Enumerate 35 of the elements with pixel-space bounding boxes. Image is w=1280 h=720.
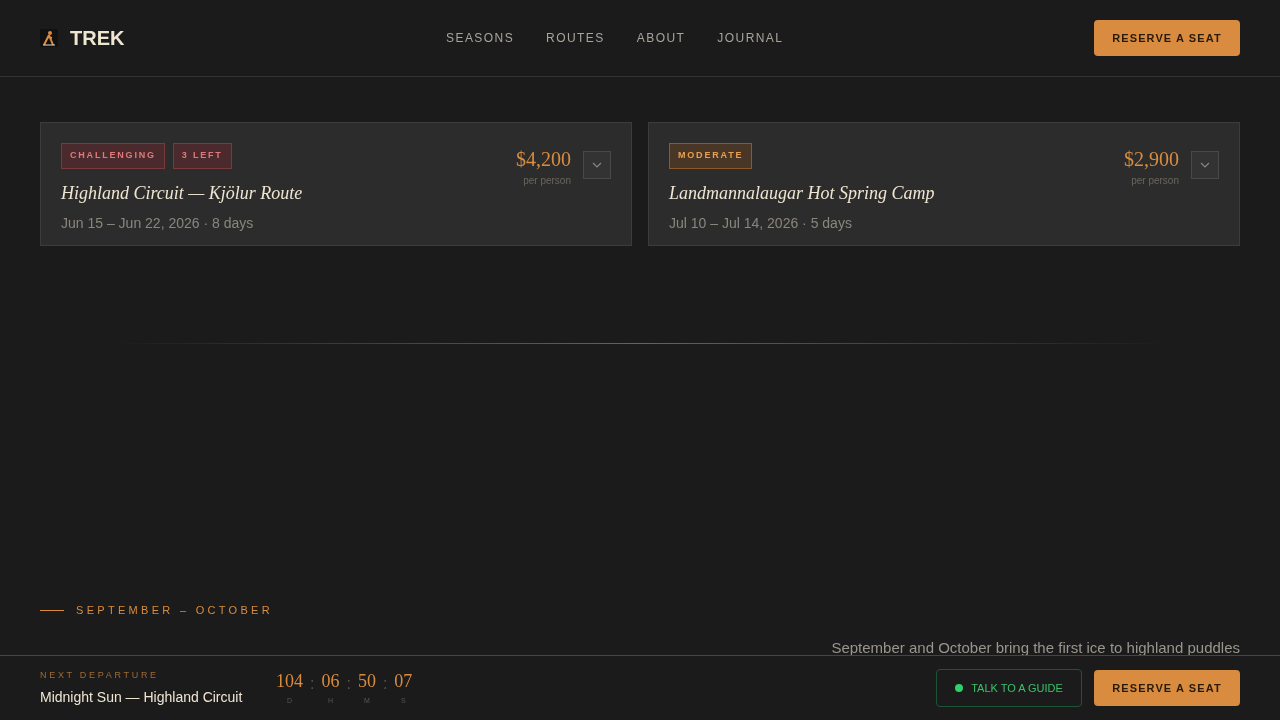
trip-dates: Jun 15 – Jun 22, 2026 · 8 days bbox=[61, 213, 255, 233]
expand-button[interactable] bbox=[1191, 151, 1219, 179]
season-eyebrow: SEPTEMBER – OCTOBER bbox=[76, 603, 273, 618]
next-departure-label: NEXT DEPARTURE bbox=[40, 669, 160, 683]
reserve-button[interactable]: RESERVE A SEAT bbox=[1094, 20, 1240, 56]
trip-title: Highland Circuit — Kjölur Route bbox=[61, 181, 303, 205]
nav-link[interactable]: JOURNAL bbox=[717, 30, 784, 46]
price-note: per person bbox=[1131, 174, 1179, 188]
trip-dates: Jul 10 – Jul 14, 2026 · 5 days bbox=[669, 213, 853, 233]
trip-tag: CHALLENGING bbox=[61, 143, 165, 169]
countdown-value: 06 bbox=[321, 670, 340, 693]
trip-price: $2,900 bbox=[1124, 147, 1179, 172]
trip-tag: 3 LEFT bbox=[172, 143, 232, 169]
trip-title: Landmannalaugar Hot Spring Camp bbox=[669, 181, 935, 205]
season-description: September and October bring the first ice to highland puddles bbox=[831, 637, 1240, 658]
talk-to-guide-button[interactable]: TALK TO A GUIDE bbox=[936, 669, 1082, 707]
expand-button[interactable] bbox=[583, 151, 611, 179]
reserve-button[interactable]: RESERVE A SEAT bbox=[1094, 670, 1240, 706]
chevron-icon bbox=[592, 162, 602, 168]
price-note: per person bbox=[523, 174, 571, 188]
countdown-separator: : bbox=[382, 674, 388, 694]
nav-link[interactable]: ABOUT bbox=[636, 30, 686, 46]
nav-link[interactable]: ROUTES bbox=[546, 30, 605, 46]
brand-name[interactable]: TREK bbox=[70, 24, 125, 52]
next-departure-trip: Midnight Sun — Highland Circuit bbox=[40, 687, 244, 707]
hiker-logo-icon bbox=[40, 29, 58, 47]
chevron-icon bbox=[1200, 162, 1210, 168]
nav-link[interactable]: SEASONS bbox=[446, 30, 515, 46]
countdown-value: 50 bbox=[357, 670, 376, 693]
countdown-value: 07 bbox=[394, 670, 413, 693]
countdown-separator: : bbox=[310, 674, 315, 694]
countdown-value: 104 bbox=[276, 670, 303, 693]
countdown-separator: : bbox=[346, 674, 351, 694]
trip-tag: MODERATE bbox=[669, 143, 753, 169]
trip-price: $4,200 bbox=[516, 147, 571, 172]
